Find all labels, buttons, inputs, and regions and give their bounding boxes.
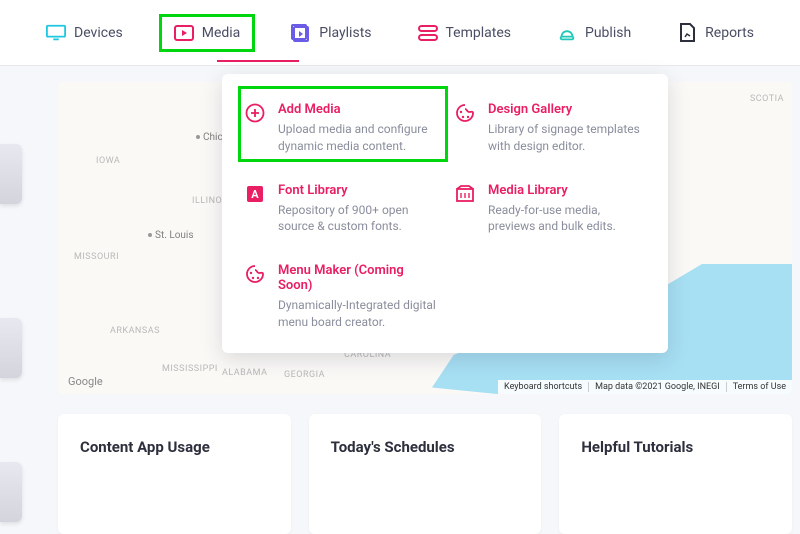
- nav-playlists-label: Playlists: [319, 25, 371, 41]
- map-shortcuts[interactable]: Keyboard shortcuts: [498, 382, 588, 392]
- nav-publish[interactable]: Publish: [547, 19, 641, 47]
- side-tab[interactable]: [0, 144, 22, 204]
- dd-desc: Repository of 900+ open source & custom …: [278, 202, 436, 236]
- side-tab[interactable]: [0, 462, 22, 522]
- card-schedules[interactable]: Today's Schedules: [309, 414, 542, 534]
- state-label: GEORGIA: [284, 370, 325, 380]
- nav-media-label: Media: [202, 25, 241, 41]
- nav-reports[interactable]: Reports: [667, 19, 764, 47]
- card-content-app[interactable]: Content App Usage: [58, 414, 291, 534]
- state-label: MISSISSIPPI: [162, 364, 218, 374]
- city-label: St. Louis: [148, 230, 194, 241]
- media-icon: [174, 23, 194, 43]
- dd-title: Add Media: [278, 102, 436, 117]
- map-footer: Keyboard shortcuts Map data ©2021 Google…: [498, 380, 792, 394]
- dd-title: Design Gallery: [488, 102, 646, 117]
- dd-menu-maker[interactable]: Menu Maker (Coming Soon) Dynamically-Int…: [244, 263, 436, 331]
- google-logo: Google: [68, 375, 103, 388]
- svg-text:A: A: [251, 188, 259, 201]
- plus-circle-icon: [244, 102, 266, 124]
- dd-desc: Library of signage templates with design…: [488, 121, 646, 155]
- card-row: Content App Usage Today's Schedules Help…: [58, 414, 792, 534]
- dd-desc: Ready-for-use media, previews and bulk e…: [488, 202, 646, 236]
- dd-title: Menu Maker (Coming Soon): [278, 263, 436, 293]
- dd-add-media[interactable]: Add Media Upload media and configure dyn…: [244, 102, 436, 155]
- dd-title: Font Library: [278, 183, 436, 198]
- reports-icon: [677, 23, 697, 43]
- nav-playlists[interactable]: Playlists: [281, 19, 381, 47]
- state-label: SCOTIA: [750, 94, 784, 104]
- dd-desc: Upload media and configure dynamic media…: [278, 121, 436, 155]
- dd-desc: Dynamically-Integrated digital menu boar…: [278, 297, 436, 331]
- library-icon: [454, 183, 476, 205]
- map-data-attr: Map data ©2021 Google, INEGI: [588, 382, 726, 392]
- templates-icon: [418, 23, 438, 43]
- devices-icon: [46, 23, 66, 43]
- dd-design-gallery[interactable]: Design Gallery Library of signage templa…: [454, 102, 646, 155]
- media-dropdown: Add Media Upload media and configure dyn…: [222, 74, 668, 353]
- state-label: ARKANSAS: [110, 326, 160, 336]
- state-label: IOWA: [96, 156, 120, 166]
- state-label: ALABAMA: [222, 368, 267, 378]
- nav-templates-label: Templates: [446, 25, 512, 41]
- card-tutorials[interactable]: Helpful Tutorials: [559, 414, 792, 534]
- state-label: MISSOURI: [74, 252, 119, 262]
- side-tab[interactable]: [0, 318, 22, 378]
- top-nav: Devices Media Playlists Templates Publis…: [0, 0, 800, 66]
- dd-title: Media Library: [488, 183, 646, 198]
- playlists-icon: [291, 23, 311, 43]
- nav-devices-label: Devices: [74, 25, 123, 41]
- nav-templates[interactable]: Templates: [408, 19, 522, 47]
- nav-publish-label: Publish: [585, 25, 631, 41]
- dd-media-library[interactable]: Media Library Ready-for-use media, previ…: [454, 183, 646, 236]
- dd-font-library[interactable]: A Font Library Repository of 900+ open s…: [244, 183, 436, 236]
- card-title: Today's Schedules: [331, 438, 520, 456]
- card-title: Helpful Tutorials: [581, 438, 770, 456]
- nav-media[interactable]: Media: [159, 14, 256, 52]
- nav-reports-label: Reports: [705, 25, 754, 41]
- card-title: Content App Usage: [80, 438, 269, 456]
- map-terms[interactable]: Terms of Use: [726, 382, 792, 392]
- font-icon: A: [244, 183, 266, 205]
- palette-icon: [244, 263, 266, 285]
- nav-devices[interactable]: Devices: [36, 19, 133, 47]
- publish-icon: [557, 23, 577, 43]
- nav-active-underline: [217, 60, 299, 62]
- palette-icon: [454, 102, 476, 124]
